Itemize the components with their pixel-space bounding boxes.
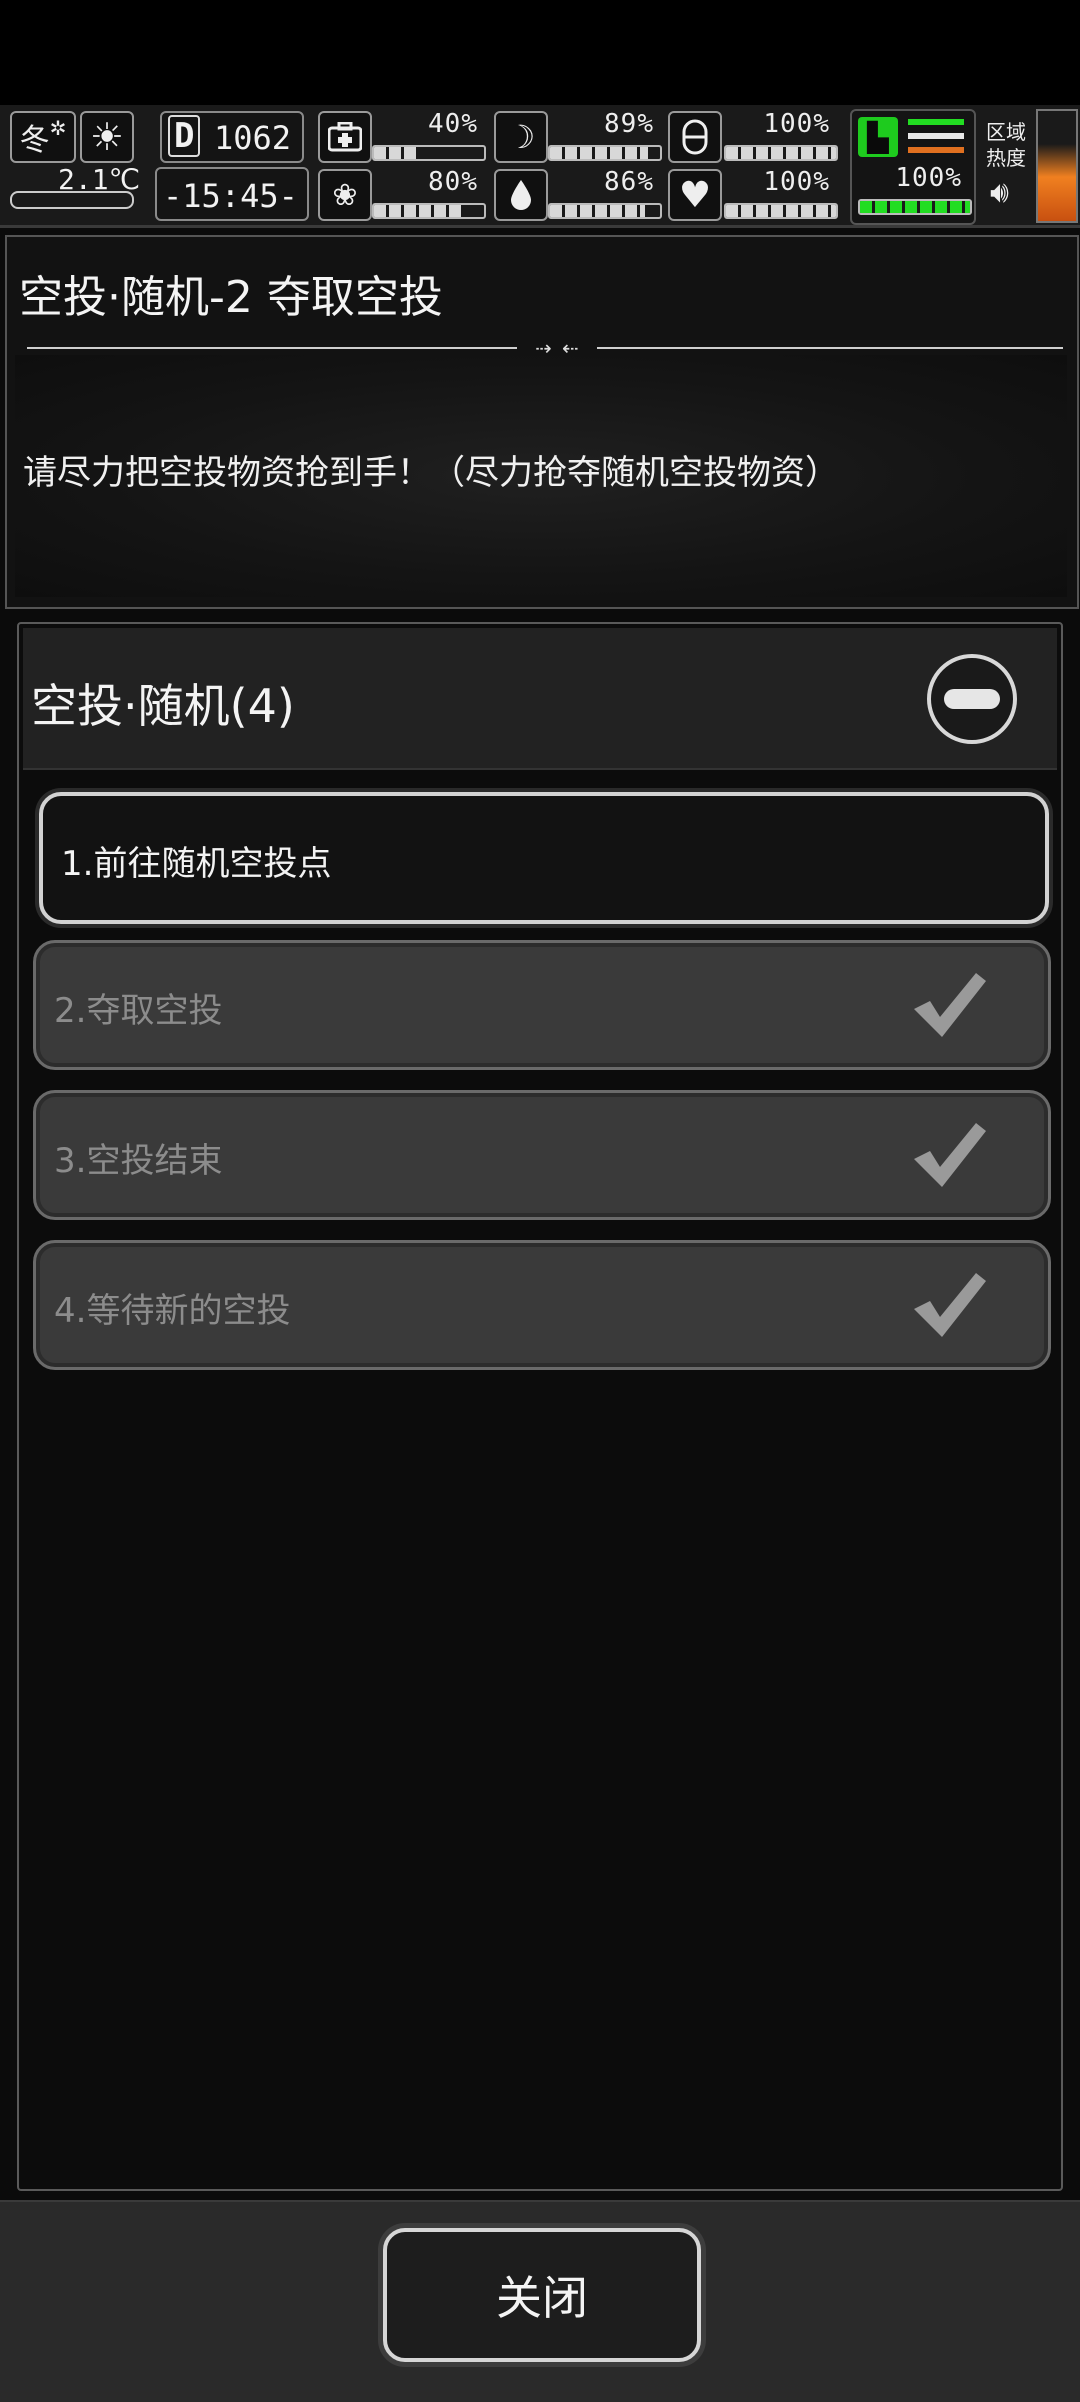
mood-bar (724, 203, 838, 219)
time-value: -15:45- (163, 177, 298, 215)
hunger-value: 89% (604, 109, 654, 139)
temperature-value: 2.1℃ (58, 163, 141, 196)
quest-step-label: 1.前往随机空投点 (61, 844, 332, 884)
heat-meter (1036, 109, 1078, 223)
stamina-bar (858, 199, 972, 215)
zone-heat-label-line1: 区域 (986, 120, 1026, 144)
stamina-value: 100% (895, 163, 962, 193)
health-value: 40% (428, 109, 478, 139)
pill-icon (668, 111, 722, 163)
medicine-bar (724, 145, 838, 161)
hud-bar: 冬 ✲ ☀ 2.1℃ D 1062 -15:45- 40% ☽ 89% 100%… (0, 105, 1080, 228)
checkmark-icon (914, 1273, 986, 1337)
boot-icon: ▙ (858, 117, 898, 157)
collapse-button[interactable] (927, 654, 1017, 744)
mental-bar (372, 203, 486, 219)
quest-panel: 空投·随机(4) 1.前往随机空投点 2.夺取空投 3.空投结束 4.等待新的空… (17, 622, 1063, 2191)
mental-value: 80% (428, 167, 478, 197)
quest-step-1[interactable]: 1.前往随机空投点 (39, 792, 1049, 924)
mission-description: 请尽力把空投物资抢到手！（尽力抢夺随机空投物资） (23, 453, 839, 493)
checkmark-icon (914, 1123, 986, 1187)
quest-step-3[interactable]: 3.空投结束 (33, 1090, 1051, 1220)
day-number: 1062 (214, 119, 292, 157)
sun-icon: ☀ (80, 111, 134, 163)
quest-title: 空投·随机(4) (31, 679, 295, 733)
quest-step-4[interactable]: 4.等待新的空投 (33, 1240, 1051, 1370)
day-counter: D 1062 (160, 111, 304, 163)
status-bar-area (0, 0, 1080, 105)
medicine-value: 100% (763, 109, 830, 139)
quest-step-label: 2.夺取空投 (54, 991, 223, 1031)
heart-icon: ♥ (668, 169, 722, 221)
health-bar (372, 145, 486, 161)
mission-panel: 空投·随机-2 夺取空投 ⇢ ⇠ 请尽力把空投物资抢到手！（尽力抢夺随机空投物资） (5, 235, 1079, 609)
stamina-panel: ▙ 100% (850, 109, 976, 225)
season-indicator: 冬 ✲ (10, 111, 76, 163)
stomach-icon: ☽ (494, 111, 548, 163)
footer: 关闭 (0, 2200, 1080, 2402)
speaker-icon[interactable]: 🔊︎ (990, 175, 1009, 210)
mission-description-area: 请尽力把空投物资抢到手！（尽力抢夺随机空投物资） (15, 355, 1067, 597)
brain-icon: ❀ (318, 169, 372, 221)
quest-step-label: 3.空投结束 (54, 1141, 223, 1181)
close-button[interactable]: 关闭 (383, 2228, 701, 2362)
mission-title: 空投·随机-2 夺取空投 (19, 272, 443, 323)
quest-header[interactable]: 空投·随机(4) (23, 628, 1057, 770)
quest-step-label: 4.等待新的空投 (54, 1291, 291, 1331)
zone-heat-label-line2: 热度 (986, 146, 1026, 170)
divider: ⇢ ⇠ (27, 335, 1063, 361)
thirst-value: 86% (604, 167, 654, 197)
zone-heat-label: 区域 热度 (986, 119, 1026, 171)
clock: -15:45- (155, 167, 309, 221)
hunger-bar (548, 145, 662, 161)
thirst-bar (548, 203, 662, 219)
water-drop-icon (494, 169, 548, 221)
minus-icon (944, 689, 1000, 709)
season-label: 冬 (19, 123, 50, 158)
quest-step-2[interactable]: 2.夺取空投 (33, 940, 1051, 1070)
mood-value: 100% (763, 167, 830, 197)
medkit-icon (318, 111, 372, 163)
day-label: D (168, 115, 201, 157)
snowflake-icon: ✲ (49, 116, 67, 140)
checkmark-icon (914, 973, 986, 1037)
